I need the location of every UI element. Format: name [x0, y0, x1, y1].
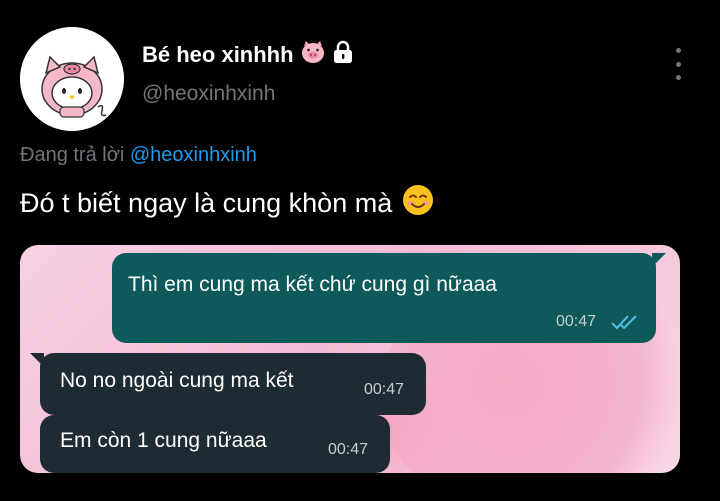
avatar[interactable]	[20, 27, 124, 131]
display-name[interactable]: Bé heo xinhhh	[142, 42, 294, 68]
reply-mention-link[interactable]: @heoxinhxinh	[130, 144, 257, 166]
tweet-text: Đó t biết ngay là cung khòn mà	[20, 184, 434, 223]
more-options-icon[interactable]	[670, 48, 686, 80]
message-text: Thì em cung ma kết chứ cung gì nữaaa	[128, 273, 497, 296]
double-check-icon	[610, 313, 640, 337]
replying-to: Đang trả lời @heoxinhxinh	[20, 144, 257, 167]
message-time: 00:47	[328, 441, 369, 458]
incoming-message-bubble[interactable]: No no ngoài cung ma kết 00:47	[30, 353, 426, 415]
message-text: Em còn 1 cung nữaaa	[60, 429, 267, 452]
tweet-body: Đó t biết ngay là cung khòn mà	[20, 188, 393, 218]
incoming-message-bubble[interactable]: Em còn 1 cung nữaaa 00:47	[40, 415, 390, 473]
lock-icon	[332, 40, 354, 70]
hello-kitty-pig-icon	[20, 27, 124, 131]
message-text: No no ngoài cung ma kết	[60, 369, 294, 392]
pig-emoji-icon	[300, 40, 326, 70]
user-name-row[interactable]: Bé heo xinhhh	[142, 40, 354, 70]
outgoing-message-bubble[interactable]: Thì em cung ma kết chứ cung gì nữaaa 00:…	[112, 253, 666, 343]
message-time: 00:47	[556, 313, 597, 330]
user-handle[interactable]: @heoxinhxinh	[142, 82, 275, 106]
smiling-face-emoji-icon	[402, 184, 434, 223]
attached-image[interactable]: Thì em cung ma kết chứ cung gì nữaaa 00:…	[20, 245, 680, 473]
reply-prefix: Đang trả lời	[20, 144, 125, 166]
message-time: 00:47	[364, 381, 405, 398]
